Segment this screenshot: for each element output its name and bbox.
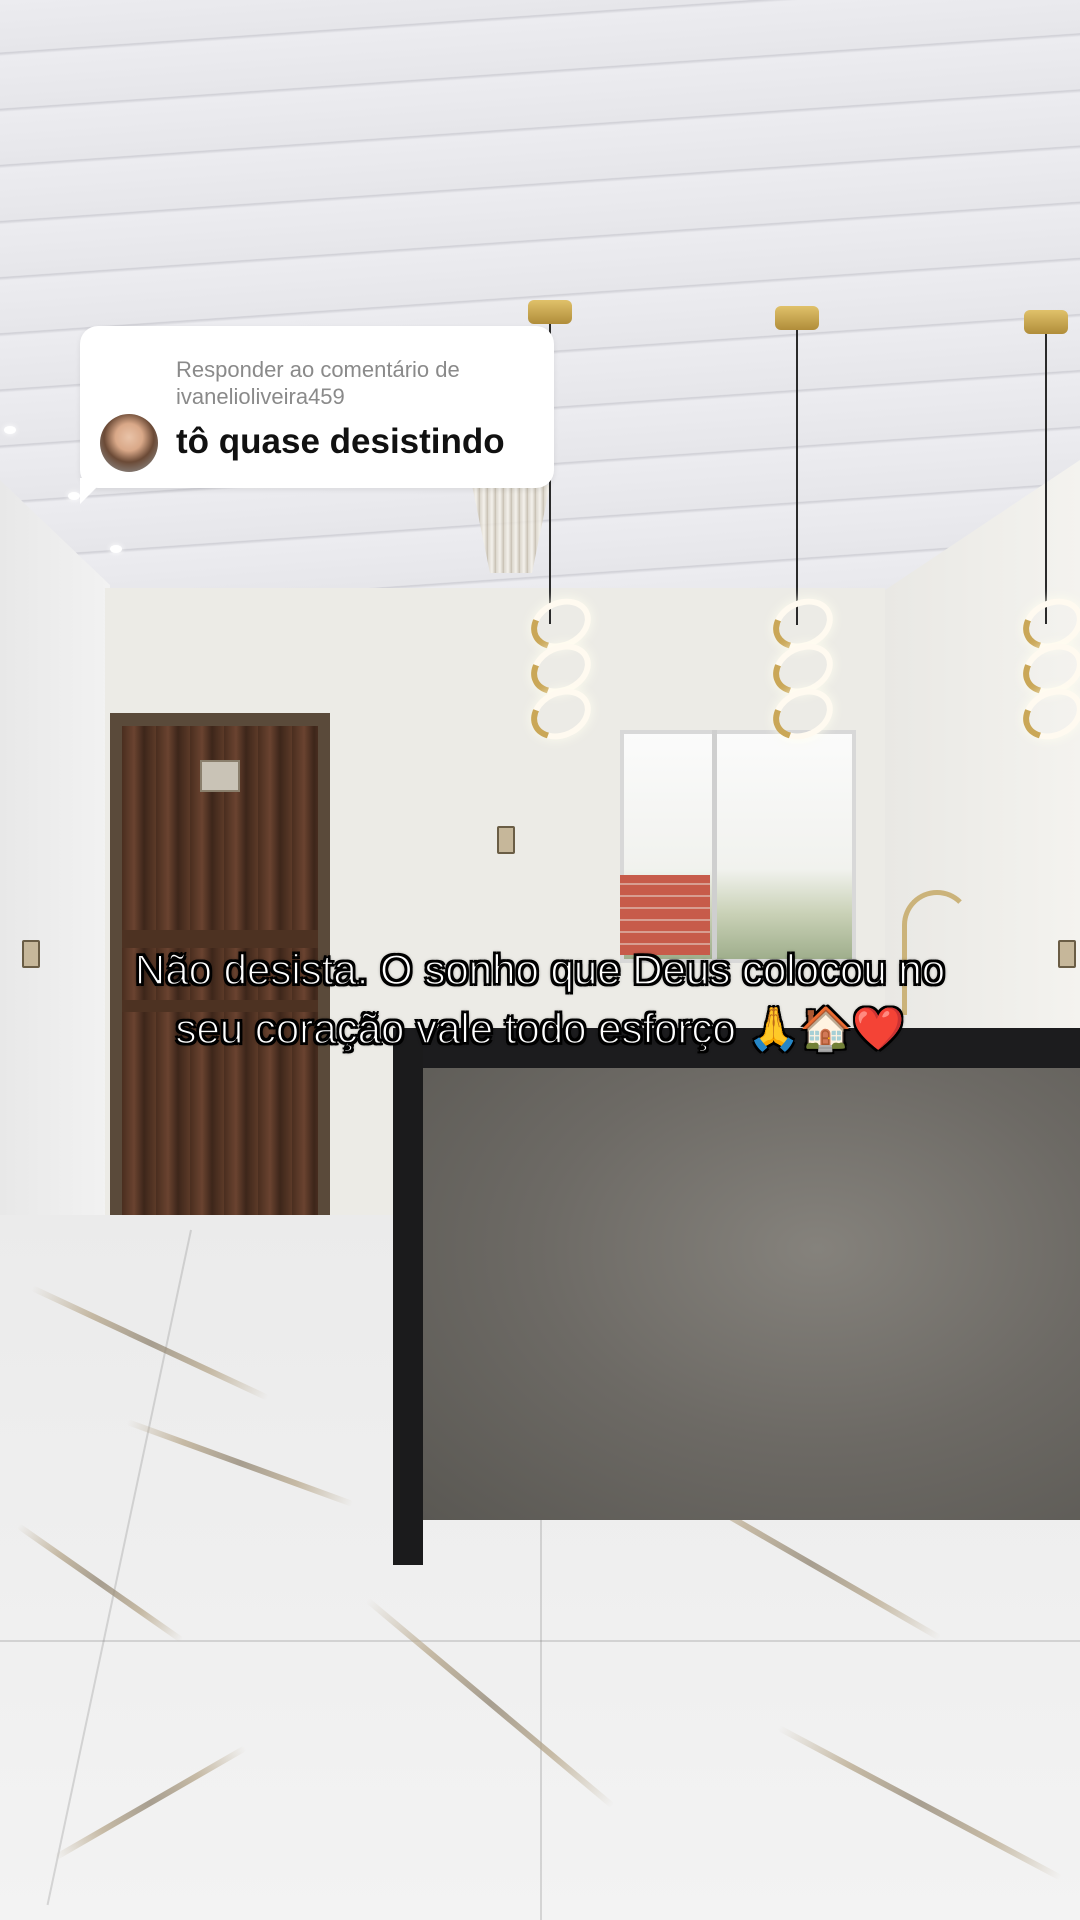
- pendant-lamp-cap: [528, 300, 572, 324]
- ceiling-spotlight: [68, 492, 80, 500]
- avatar[interactable]: [100, 414, 158, 472]
- wall-socket: [22, 940, 40, 968]
- pendant-wire: [1045, 334, 1047, 624]
- wall-socket: [1058, 940, 1076, 968]
- pendant-lamp-cap: [1024, 310, 1068, 334]
- pendant-wire: [796, 330, 798, 625]
- spiral-pendant-lamp: [522, 589, 600, 749]
- window-divider: [712, 730, 717, 963]
- reply-comment-text: tô quase desistindo: [176, 422, 505, 461]
- kitchen-counter: [423, 1068, 1080, 1520]
- pendant-lamp-cap: [775, 306, 819, 330]
- tile-seam: [540, 1520, 542, 1920]
- spiral-pendant-lamp: [764, 589, 842, 749]
- counter-edge: [393, 1040, 423, 1565]
- left-wall: [0, 480, 110, 1340]
- ceiling-spotlight: [4, 426, 16, 434]
- light-switch: [497, 826, 515, 854]
- video-caption: Não desista. O sonho que Deus colocou no…: [134, 945, 946, 1053]
- reply-comment-bubble[interactable]: Responder ao comentário de ivaneliolivei…: [80, 326, 554, 488]
- ceiling-spotlight: [110, 545, 122, 553]
- door-plate: [200, 760, 240, 792]
- video-frame[interactable]: Responder ao comentário de ivaneliolivei…: [0, 0, 1080, 1920]
- spiral-pendant-lamp: [1014, 589, 1080, 749]
- bubble-tail: [80, 478, 106, 504]
- reply-header: Responder ao comentário de ivaneliolivei…: [176, 357, 460, 409]
